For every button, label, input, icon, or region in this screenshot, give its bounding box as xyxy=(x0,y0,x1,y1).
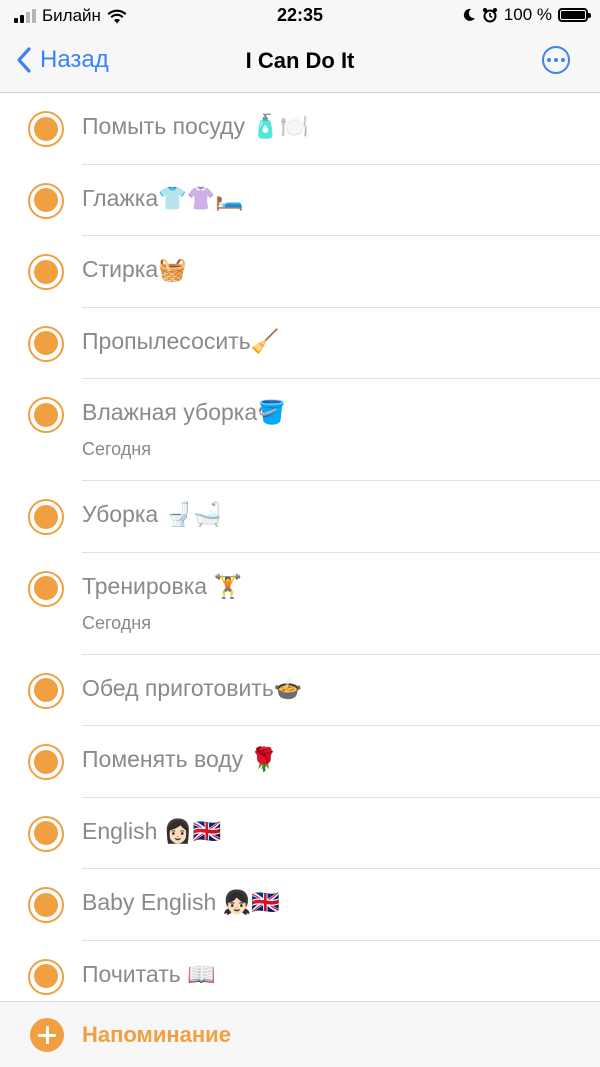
circle-checkbox-icon[interactable] xyxy=(28,744,64,780)
status-right: 100 % xyxy=(462,5,591,25)
circle-checkbox-icon[interactable] xyxy=(28,672,64,709)
reminder-due-date: Сегодня xyxy=(82,439,151,459)
reminder-title: Обед приготовить🍲 xyxy=(82,674,303,701)
plus-circle-icon xyxy=(30,1018,64,1052)
page-title: I Can Do It xyxy=(245,48,355,73)
bottom-toolbar: Напоминание xyxy=(0,1001,600,1067)
circle-checkbox-icon[interactable] xyxy=(28,397,64,433)
circle-checkbox-icon[interactable] xyxy=(28,570,64,607)
reminder-item[interactable]: Тренировка 🏋️ Сегодня xyxy=(0,553,600,655)
reminders-list: Помыть посуду 🧴🍽️ Глажка👕👚🛏️ Стирка🧺 Про… xyxy=(0,93,600,1001)
reminder-item[interactable]: Влажная уборка🪣 Сегодня xyxy=(0,379,600,481)
reminder-item[interactable]: Пропылесосить🧹 xyxy=(0,308,600,379)
reminder-title: Поменять воду 🌹 xyxy=(82,746,279,772)
reminder-item[interactable]: English 👩🏻🇬🇧 xyxy=(0,798,600,869)
circle-checkbox-icon[interactable] xyxy=(28,182,64,219)
add-reminder-button[interactable]: Напоминание xyxy=(30,1018,231,1052)
reminder-title: Уборка 🚽🛁 xyxy=(82,501,222,527)
reminder-title: Тренировка 🏋️ xyxy=(82,572,243,599)
reminder-item[interactable]: Помыть посуду 🧴🍽️ xyxy=(0,93,600,165)
circle-checkbox-icon[interactable] xyxy=(28,254,64,290)
circle-checkbox-icon[interactable] xyxy=(28,325,64,362)
battery-percent: 100 % xyxy=(503,5,552,24)
reminder-title: Пропылесосить🧹 xyxy=(82,327,280,354)
circle-checkbox-icon[interactable] xyxy=(28,887,64,923)
navigation-bar: Назад I Can Do It xyxy=(0,32,600,93)
circle-checkbox-icon[interactable] xyxy=(28,111,64,147)
circle-checkbox-icon[interactable] xyxy=(28,499,64,535)
reminder-due-date: Сегодня xyxy=(82,612,151,633)
circle-checkbox-icon[interactable] xyxy=(28,958,64,995)
reminder-item[interactable]: Почитать 📖 xyxy=(0,941,600,1002)
reminder-item[interactable]: Обед приготовить🍲 xyxy=(0,655,600,726)
reminder-title: Помыть посуду 🧴🍽️ xyxy=(82,113,309,139)
reminder-item[interactable]: Поменять воду 🌹 xyxy=(0,726,600,798)
add-reminder-label: Напоминание xyxy=(82,1022,231,1047)
status-bar: Билайн 22:35 100 % xyxy=(0,0,600,32)
reminder-title: Глажка👕👚🛏️ xyxy=(82,184,245,211)
reminder-title: Baby English 👧🏻🇬🇧 xyxy=(82,889,280,915)
battery-icon xyxy=(558,8,591,22)
reminder-title: English 👩🏻🇬🇧 xyxy=(82,817,222,844)
moon-icon xyxy=(463,8,475,21)
reminder-item[interactable]: Глажка👕👚🛏️ xyxy=(0,165,600,236)
reminder-title: Почитать 📖 xyxy=(82,960,216,987)
alarm-icon xyxy=(482,8,497,23)
reminder-title: Стирка🧺 xyxy=(82,256,187,282)
reminder-item[interactable]: Уборка 🚽🛁 xyxy=(0,481,600,553)
reminder-item[interactable]: Baby English 👧🏻🇬🇧 xyxy=(0,869,600,941)
ellipsis-circle-icon[interactable] xyxy=(542,46,570,74)
reminder-item[interactable]: Стирка🧺 xyxy=(0,236,600,308)
reminder-title: Влажная уборка🪣 xyxy=(82,399,286,425)
circle-checkbox-icon[interactable] xyxy=(28,815,64,852)
